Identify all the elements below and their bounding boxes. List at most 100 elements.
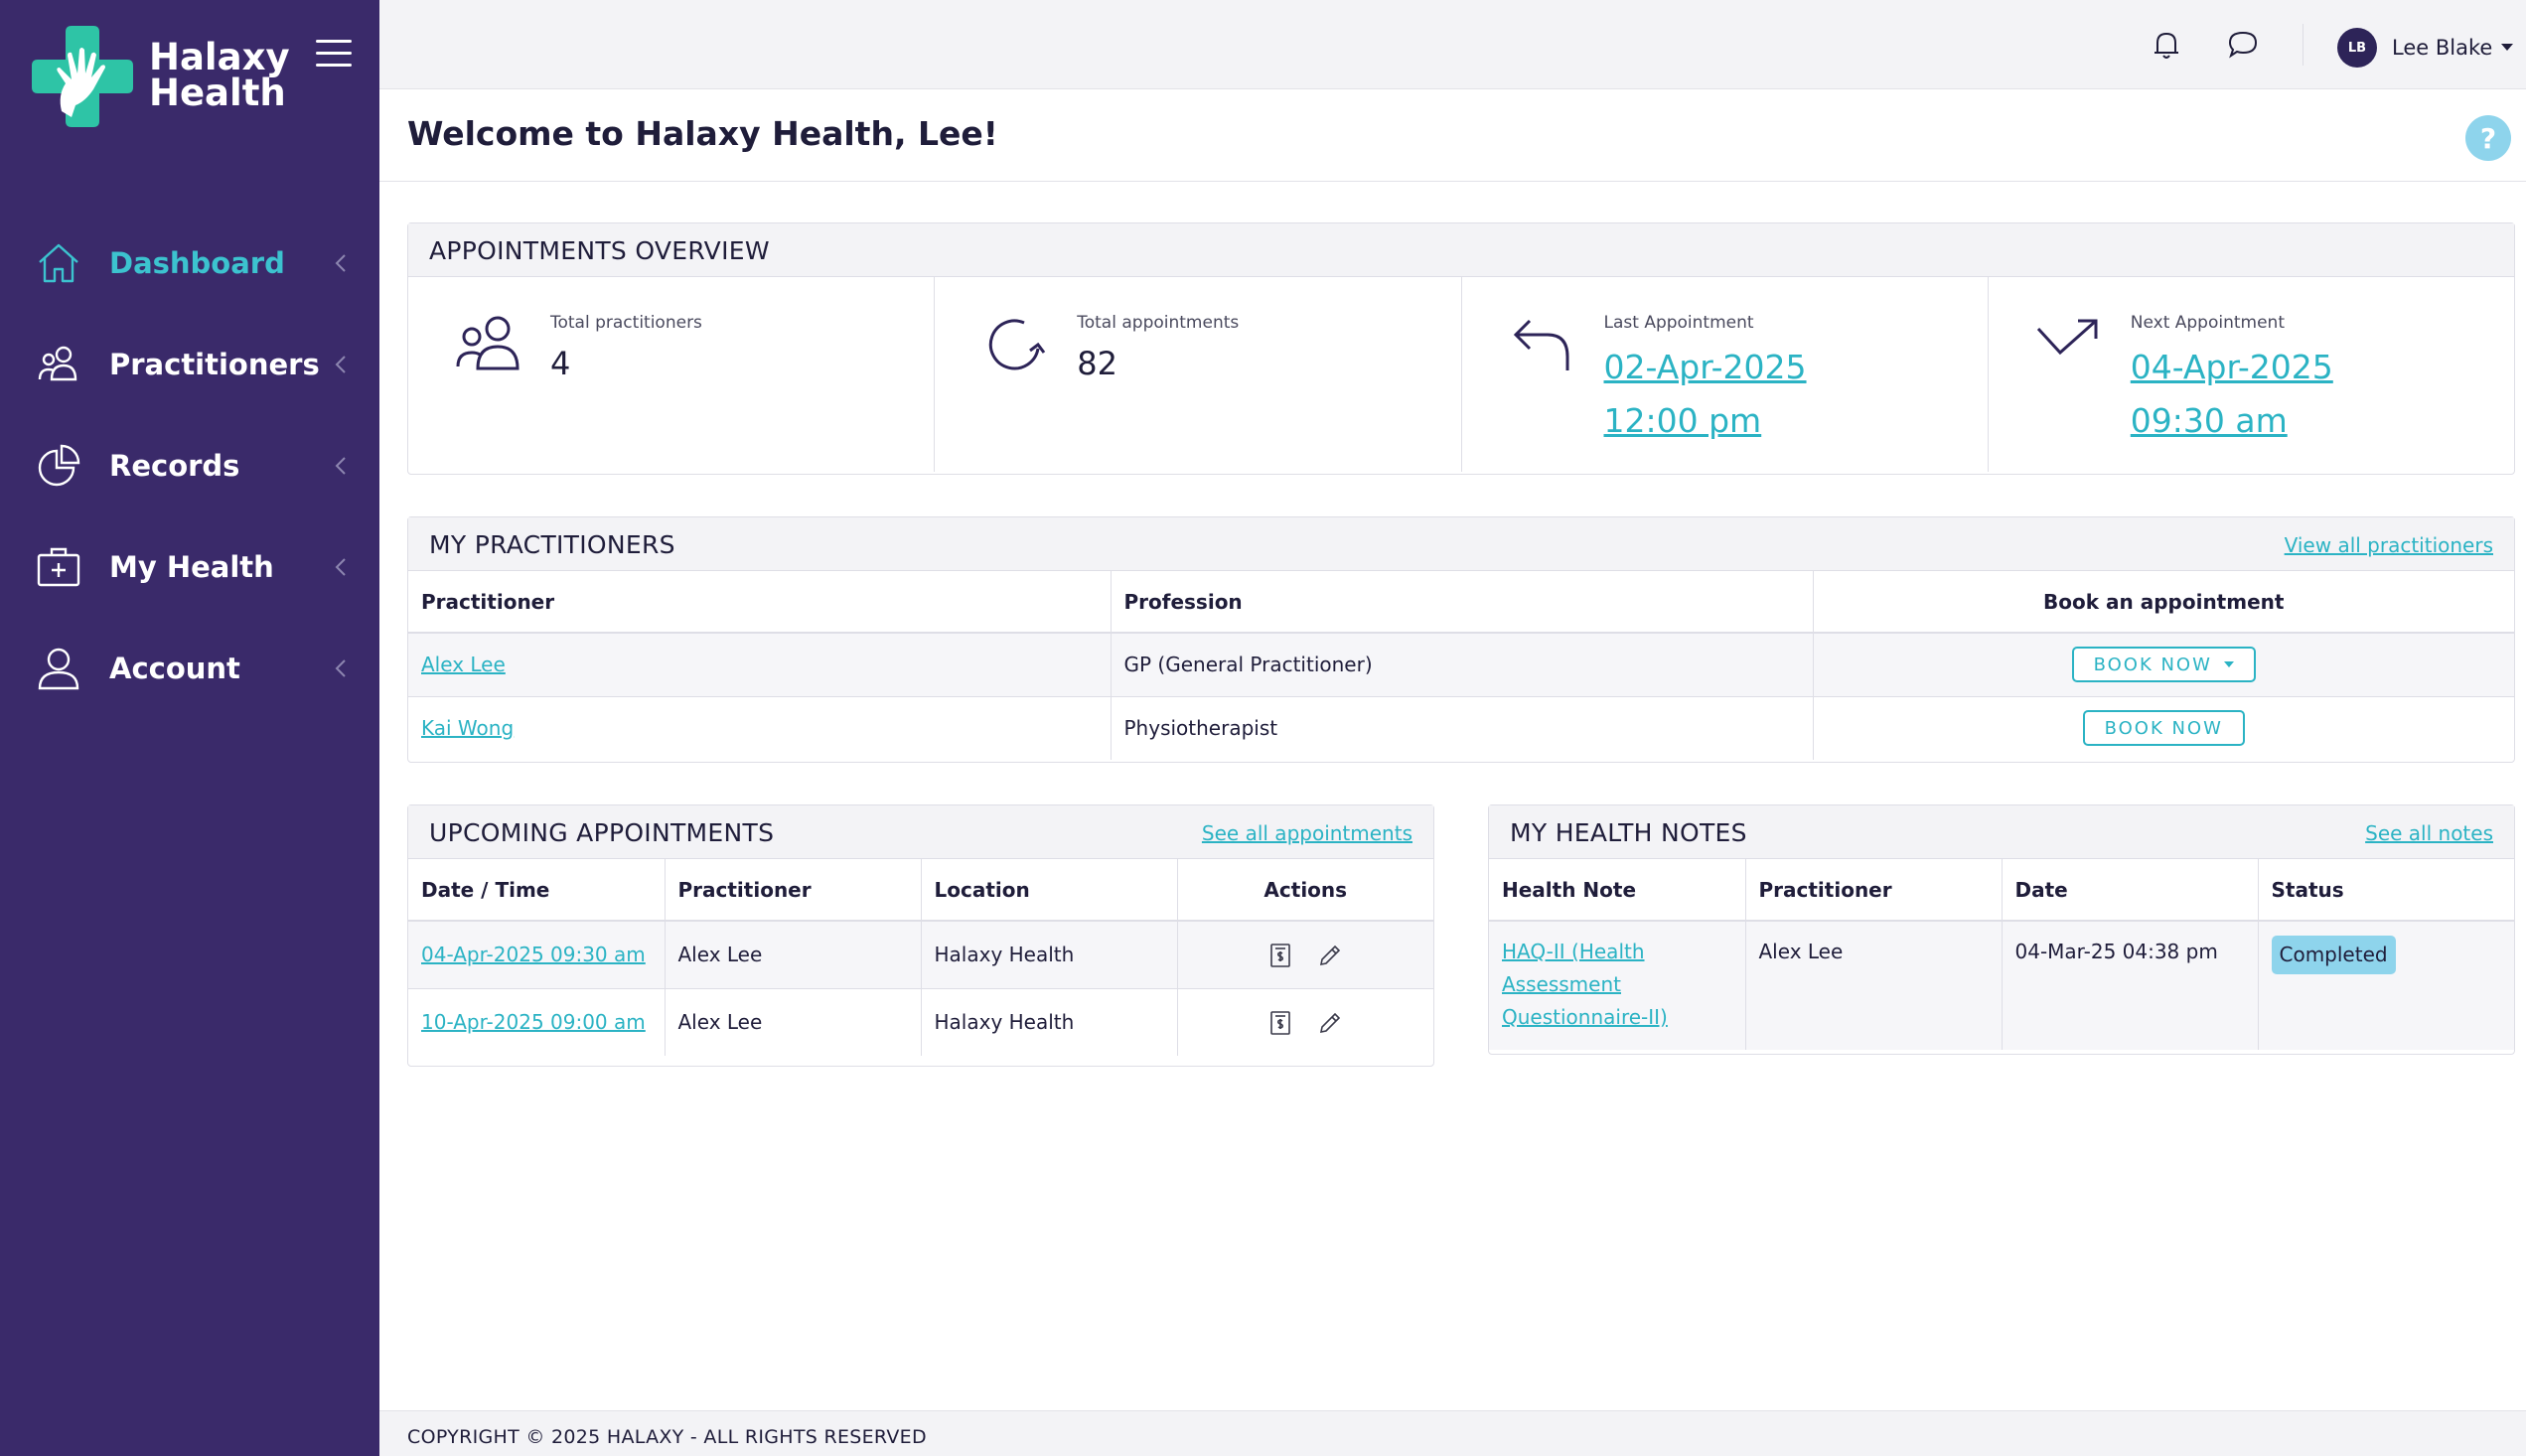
book-now-label: BOOK NOW <box>2093 654 2212 675</box>
practitioner-link[interactable]: Kai Wong <box>421 716 514 740</box>
sidebar: Halaxy Health Dashboard Practitioners Re… <box>0 0 379 1456</box>
health-notes-table: Health Note Practitioner Date Status HAQ… <box>1489 859 2514 1050</box>
users-icon <box>38 346 77 381</box>
halaxy-logo[interactable]: Halaxy Health <box>32 26 290 129</box>
see-all-appointments-link[interactable]: See all appointments <box>1202 821 1412 845</box>
status-badge: Completed <box>2271 936 2396 974</box>
invoice-icon[interactable] <box>1267 1010 1293 1036</box>
note-line[interactable]: Questionnaire-II) <box>1502 1005 1668 1029</box>
book-now-button[interactable]: BOOK NOW <box>2082 710 2245 747</box>
users-icon <box>456 316 520 370</box>
copyright-text: COPYRIGHT © 2025 HALAXY - ALL RIGHTS RES… <box>407 1426 927 1448</box>
pencil-icon[interactable] <box>1317 1010 1343 1036</box>
view-all-practitioners-link[interactable]: View all practitioners <box>2285 533 2493 557</box>
practitioner-cell: Alex Lee <box>1745 921 2003 1050</box>
last-appointment-time[interactable]: 12:00 pm <box>1604 394 1807 448</box>
table-header-row: Practitioner Profession Book an appointm… <box>408 571 2514 634</box>
logo-cross-hand-icon <box>32 26 133 127</box>
sidebar-item-my-health[interactable]: My Health <box>0 516 379 618</box>
datetime-cell: 04-Apr-2025 09:30 am <box>408 921 666 989</box>
logo-line-1: Halaxy <box>149 36 290 78</box>
profession-cell: GP (General Practitioner) <box>1111 633 1814 697</box>
column-header: Location <box>921 859 1178 922</box>
caret-down-icon[interactable] <box>2501 44 2513 51</box>
main-content: APPOINTMENTS OVERVIEW Total practitioner… <box>379 183 2526 1410</box>
last-appointment-link[interactable]: 02-Apr-2025 12:00 pm <box>1604 341 1807 448</box>
page-header: Welcome to Halaxy Health, Lee! ? <box>379 90 2526 182</box>
chat-icon[interactable] <box>2225 27 2261 63</box>
invoice-icon[interactable] <box>1267 943 1293 968</box>
refresh-icon <box>989 319 1046 370</box>
location-cell: Halaxy Health <box>921 921 1178 989</box>
sidebar-item-dashboard[interactable]: Dashboard <box>0 213 379 314</box>
column-header: Book an appointment <box>1813 571 2514 634</box>
chevron-left-icon <box>335 356 346 373</box>
chevron-left-icon <box>335 558 346 576</box>
appointment-datetime-link[interactable]: 10-Apr-2025 09:00 am <box>421 1010 646 1034</box>
next-appointment-date[interactable]: 04-Apr-2025 <box>2131 341 2333 394</box>
table-row: HAQ-II (Health Assessment Questionnaire-… <box>1489 921 2514 1050</box>
last-appointment-date[interactable]: 02-Apr-2025 <box>1604 341 1807 394</box>
bell-icon[interactable] <box>2149 27 2184 63</box>
column-header: Practitioner <box>1745 859 2003 922</box>
date-cell: 04-Mar-25 04:38 pm <box>2002 921 2259 1050</box>
practitioner-cell: Alex Lee <box>665 988 922 1056</box>
user-icon <box>38 648 79 690</box>
panel-header: MY PRACTITIONERS View all practitioners <box>408 517 2514 571</box>
practitioner-cell: Alex Lee <box>665 921 922 989</box>
column-header: Actions <box>1177 859 1433 922</box>
sidebar-item-label: My Health <box>109 550 274 584</box>
actions-cell <box>1177 988 1433 1056</box>
panel-header: UPCOMING APPOINTMENTS See all appointmen… <box>408 805 1433 859</box>
next-appointment-time[interactable]: 09:30 am <box>2131 394 2333 448</box>
pencil-icon[interactable] <box>1317 943 1343 968</box>
column-header: Date / Time <box>408 859 666 922</box>
trend-arrow-icon <box>2036 319 2098 356</box>
avatar[interactable]: LB <box>2337 28 2377 68</box>
sidebar-item-practitioners[interactable]: Practitioners <box>0 314 379 415</box>
note-line[interactable]: Assessment <box>1502 972 1621 996</box>
health-note-link[interactable]: HAQ-II (Health Assessment Questionnaire-… <box>1502 940 1668 1029</box>
upcoming-appointments-table: Date / Time Practitioner Location Action… <box>408 859 1433 1056</box>
practitioner-link[interactable]: Alex Lee <box>421 653 506 676</box>
panel-title: UPCOMING APPOINTMENTS <box>429 818 775 847</box>
footer: COPYRIGHT © 2025 HALAXY - ALL RIGHTS RES… <box>379 1410 2526 1456</box>
menu-toggle-icon[interactable] <box>316 40 352 68</box>
sidebar-item-records[interactable]: Records <box>0 415 379 516</box>
table-row: Kai Wong Physiotherapist BOOK NOW <box>408 696 2514 760</box>
profession-cell: Physiotherapist <box>1111 696 1814 760</box>
help-button[interactable]: ? <box>2465 115 2511 161</box>
logo-line-2: Health <box>149 72 286 114</box>
sidebar-item-label: Records <box>109 449 240 483</box>
book-now-dropdown-button[interactable]: BOOK NOW <box>2071 647 2256 683</box>
appointment-datetime-link[interactable]: 04-Apr-2025 09:30 am <box>421 943 646 966</box>
column-header: Health Note <box>1489 859 1746 922</box>
panel-header: MY HEALTH NOTES See all notes <box>1489 805 2514 859</box>
table-header-row: Date / Time Practitioner Location Action… <box>408 859 1433 922</box>
upcoming-appointments-panel: UPCOMING APPOINTMENTS See all appointmen… <box>407 804 1434 1067</box>
page-title: Welcome to Halaxy Health, Lee! <box>407 114 998 153</box>
table-row: 10-Apr-2025 09:00 am Alex Lee Halaxy Hea… <box>408 988 1433 1056</box>
top-bar: LB Lee Blake <box>379 0 2526 89</box>
pie-chart-icon <box>38 444 80 487</box>
column-header: Status <box>2258 859 2514 922</box>
see-all-notes-link[interactable]: See all notes <box>2365 821 2493 845</box>
panel-title: MY HEALTH NOTES <box>1510 818 1747 847</box>
column-header: Profession <box>1111 571 1814 634</box>
practitioner-cell: Kai Wong <box>408 696 1112 760</box>
health-note-cell: HAQ-II (Health Assessment Questionnaire-… <box>1489 921 1746 1050</box>
card-label: Last Appointment <box>1603 313 1754 333</box>
card-value: 4 <box>550 345 571 382</box>
column-header: Practitioner <box>665 859 922 922</box>
book-cell: BOOK NOW <box>1813 633 2514 697</box>
sidebar-item-label: Dashboard <box>109 246 285 280</box>
panel-title: MY PRACTITIONERS <box>429 530 675 559</box>
sidebar-item-label: Account <box>109 652 240 685</box>
user-menu[interactable]: Lee Blake <box>2392 36 2492 60</box>
my-practitioners-panel: MY PRACTITIONERS View all practitioners … <box>407 516 2515 763</box>
sidebar-item-account[interactable]: Account <box>0 618 379 719</box>
next-appointment-link[interactable]: 04-Apr-2025 09:30 am <box>2131 341 2333 448</box>
note-line[interactable]: HAQ-II (Health <box>1502 940 1645 963</box>
chevron-left-icon <box>335 457 346 475</box>
column-header: Date <box>2002 859 2259 922</box>
